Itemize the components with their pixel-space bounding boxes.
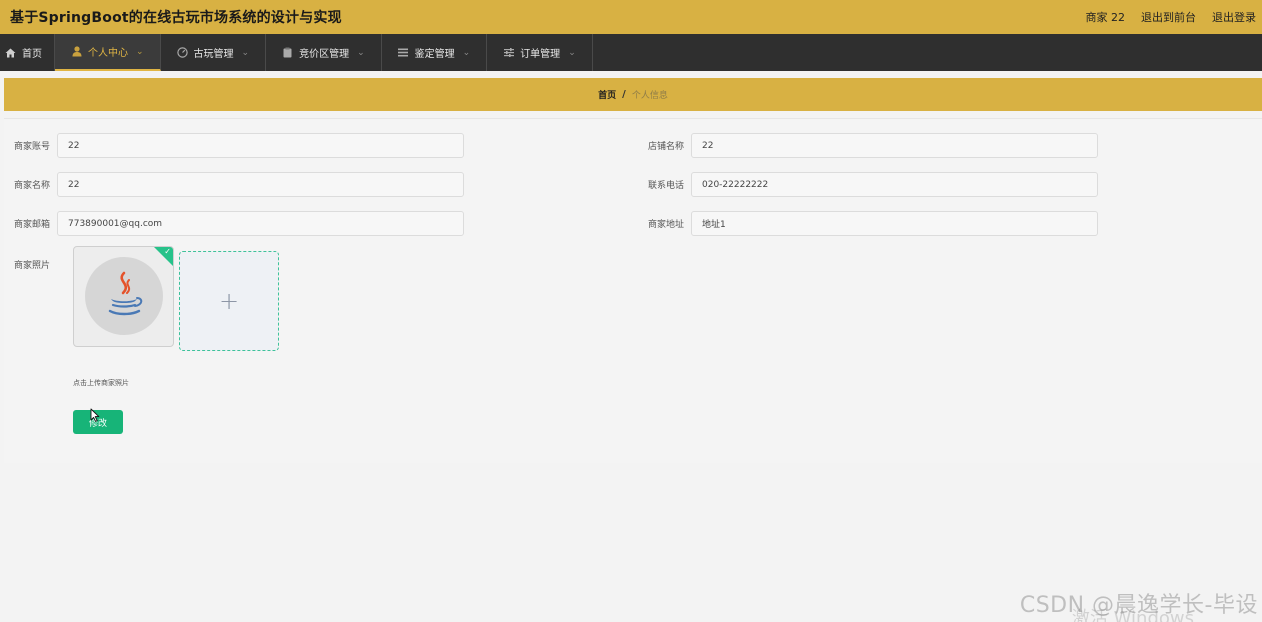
field-label: 商家账号 xyxy=(13,142,50,152)
chevron-down-icon: ⌄ xyxy=(357,47,365,58)
header-actions: 商家 22 退出到前台 退出登录 xyxy=(1086,9,1257,25)
home-icon xyxy=(5,47,16,58)
nav-item-antique-management[interactable]: 古玩管理 ⌄ xyxy=(161,34,267,71)
field-merchant-account: 商家账号 22 xyxy=(4,133,464,158)
nav-label-order-management: 订单管理 xyxy=(520,49,561,60)
nav-item-personal-center[interactable]: 个人中心 ⌄ xyxy=(55,34,161,71)
field-merchant-name: 商家名称 22 xyxy=(4,172,464,197)
plus-icon: + xyxy=(218,287,240,315)
email-input[interactable]: 773890001@qq.com xyxy=(57,211,464,236)
current-user: 商家 22 xyxy=(1085,11,1126,24)
breadcrumb-separator: / xyxy=(622,89,626,100)
breadcrumb-current: 个人信息 xyxy=(631,91,668,101)
nav-item-order-management[interactable]: 订单管理 ⌄ xyxy=(487,34,593,71)
breadcrumb-home[interactable]: 首页 xyxy=(598,88,616,101)
merchant-name-input[interactable]: 22 xyxy=(57,172,464,197)
chevron-down-icon: ⌄ xyxy=(462,47,471,58)
field-phone: 联系电话 020-22222222 xyxy=(638,172,1098,197)
breadcrumb: 首页 / 个人信息 xyxy=(4,78,1262,111)
user-icon xyxy=(71,46,82,57)
field-label: 商家名称 xyxy=(13,181,50,191)
nav-item-home[interactable]: 首页 xyxy=(0,34,55,71)
field-photo: 商家照片 xyxy=(4,258,57,271)
csdn-watermark: CSDN @晨逸学长-毕设 xyxy=(1019,593,1258,618)
nav-label-home: 首页 xyxy=(22,49,42,60)
gauge-icon xyxy=(176,47,188,58)
app-title: 基于SpringBoot的在线古玩市场系统的设计与实现 xyxy=(10,10,342,26)
address-input[interactable]: 地址1 xyxy=(691,211,1098,236)
nav-label-appraisal-management: 鉴定管理 xyxy=(414,49,455,60)
list-icon xyxy=(398,47,409,58)
phone-input[interactable]: 020-22222222 xyxy=(691,172,1098,197)
shop-name-input[interactable]: 22 xyxy=(691,133,1098,158)
clipboard-icon xyxy=(282,47,293,58)
chevron-down-icon: ⌄ xyxy=(568,47,576,58)
uploaded-photo-thumbnail[interactable]: ✓ xyxy=(73,246,174,347)
field-label: 店铺名称 xyxy=(647,142,684,152)
nav-label-personal-center: 个人中心 xyxy=(88,48,128,59)
profile-form: 商家账号 22 店铺名称 22 商家名称 22 联系电话 020-2222222… xyxy=(4,118,1262,463)
nav-label-antique-management: 古玩管理 xyxy=(193,49,234,60)
upload-tip: 点击上传商家照片 xyxy=(73,379,129,387)
field-label: 商家地址 xyxy=(647,220,684,230)
field-label: 商家邮箱 xyxy=(13,220,50,230)
field-label: 商家照片 xyxy=(13,261,50,271)
nav-item-appraisal-management[interactable]: 鉴定管理 ⌄ xyxy=(382,34,488,71)
upload-success-check-icon: ✓ xyxy=(154,247,173,266)
nav-item-bidding-management[interactable]: 竞价区管理 ⌄ xyxy=(266,34,382,71)
top-header: 基于SpringBoot的在线古玩市场系统的设计与实现 商家 22 退出到前台 … xyxy=(0,0,1262,34)
nav-label-bidding-management: 竞价区管理 xyxy=(299,49,350,60)
chevron-down-icon: ⌄ xyxy=(136,46,144,57)
field-shop-name: 店铺名称 22 xyxy=(638,133,1098,158)
field-email: 商家邮箱 773890001@qq.com xyxy=(4,211,464,236)
field-label: 联系电话 xyxy=(647,181,684,191)
back-to-front-link[interactable]: 退出到前台 xyxy=(1141,9,1196,25)
mouse-cursor-icon xyxy=(90,408,100,422)
photo-upload-button[interactable]: + xyxy=(179,251,279,351)
sliders-icon xyxy=(503,47,514,58)
field-address: 商家地址 地址1 xyxy=(638,211,1098,236)
main-nav: 首页 个人中心 ⌄ 古玩管理 ⌄ 竞价区管理 ⌄ 鉴定管理 ⌄ 订单管理 ⌄ xyxy=(0,34,1262,71)
chevron-down-icon: ⌄ xyxy=(241,47,250,58)
logout-link[interactable]: 退出登录 xyxy=(1212,9,1256,25)
merchant-account-input[interactable]: 22 xyxy=(57,133,464,158)
java-logo-icon xyxy=(85,257,163,335)
